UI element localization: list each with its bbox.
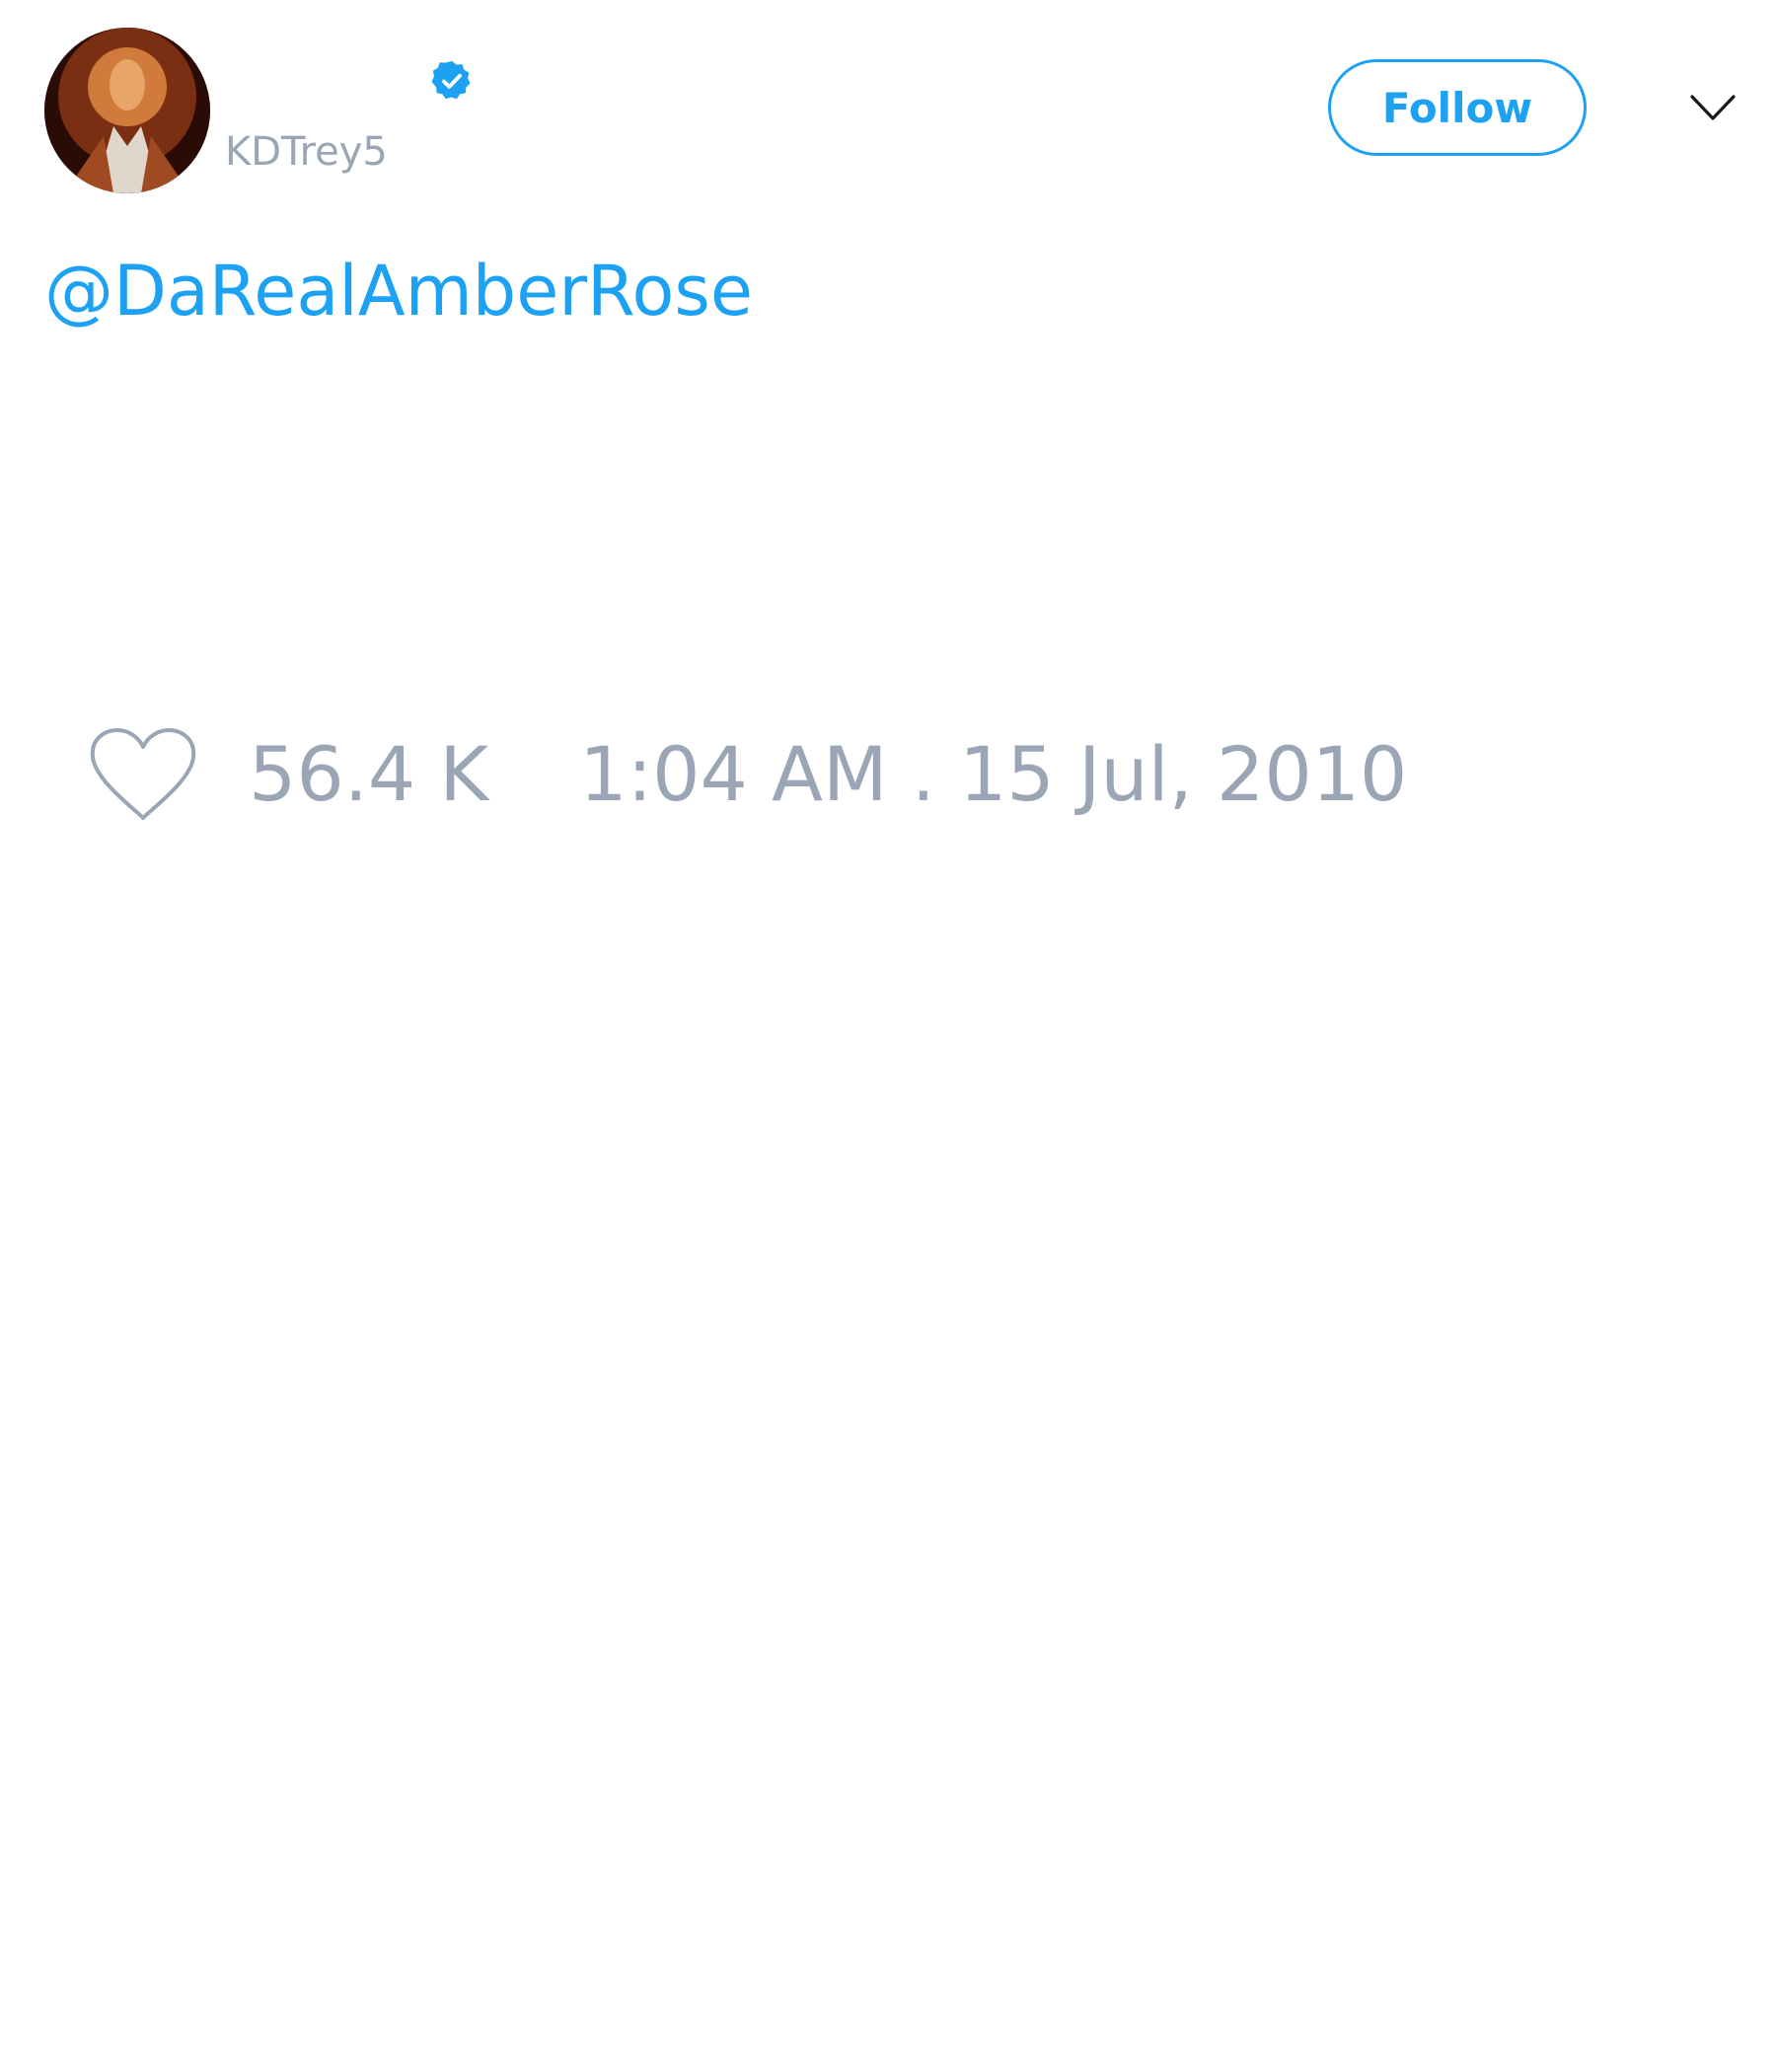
avatar[interactable]	[44, 28, 210, 193]
author-handle[interactable]: KDTrey5	[225, 128, 388, 176]
follow-button[interactable]: Follow	[1328, 59, 1587, 156]
avatar-photo	[44, 28, 210, 193]
tweet-card: KDTrey5 Follow @DaRealAmberRose 56.4 K 1…	[0, 0, 1776, 2072]
tweet-text-mention[interactable]: @DaRealAmberRose	[44, 252, 753, 331]
like-count: 56.4 K	[249, 730, 489, 818]
heart-icon[interactable]	[89, 727, 197, 822]
tweet-actions: 56.4 K 1:04 AM . 15 Jul, 2010	[89, 725, 1407, 824]
tweet-timestamp[interactable]: 1:04 AM . 15 Jul, 2010	[579, 730, 1407, 819]
chevron-down-icon[interactable]	[1689, 89, 1737, 128]
verified-badge-icon	[431, 60, 471, 100]
